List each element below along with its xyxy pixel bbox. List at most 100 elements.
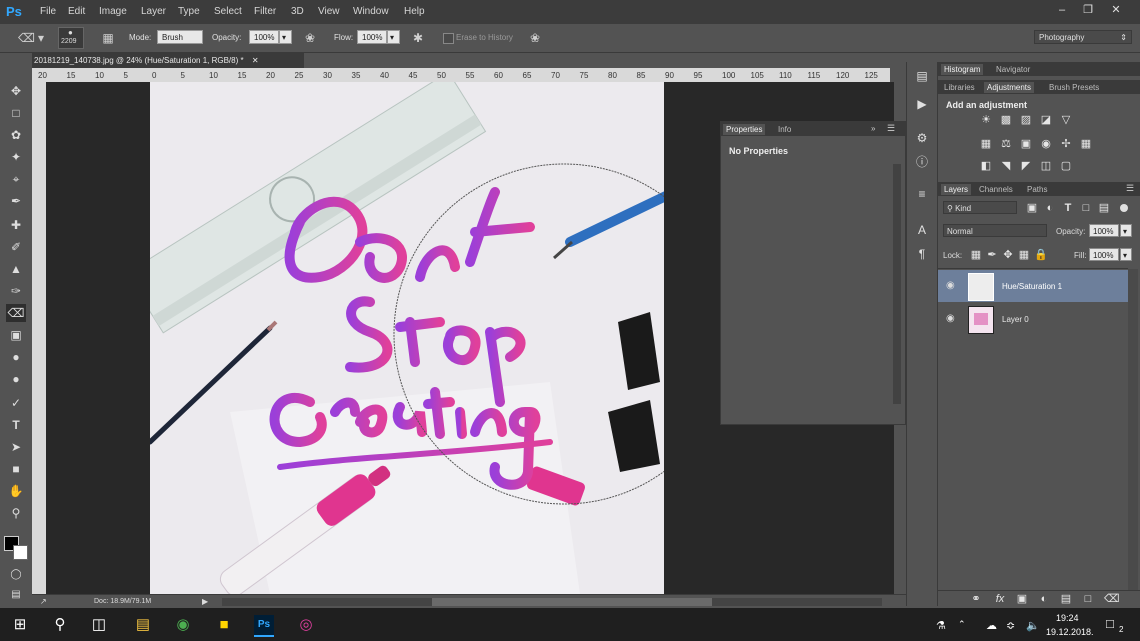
- dodge-tool-icon[interactable]: ●: [6, 370, 26, 388]
- posterize-icon[interactable]: ◥: [1000, 160, 1012, 172]
- filter-adjustment-icon[interactable]: ◐: [1044, 202, 1056, 214]
- mode-select[interactable]: Brush: [157, 30, 203, 44]
- rectangle-tool-icon[interactable]: ■: [6, 460, 26, 478]
- menu-filter[interactable]: Filter: [254, 5, 276, 19]
- properties-scrollbar[interactable]: [893, 164, 901, 404]
- windows-start-icon[interactable]: ⊞: [10, 615, 30, 635]
- hand-tool-icon[interactable]: ✋: [6, 482, 26, 500]
- status-share-icon[interactable]: ↗: [40, 597, 47, 606]
- black-white-icon[interactable]: ▣: [1020, 138, 1032, 150]
- filter-toggle-icon[interactable]: [1120, 204, 1128, 212]
- fill-input[interactable]: 100%: [1089, 248, 1119, 261]
- character-panel-icon[interactable]: A: [914, 222, 930, 238]
- flow-input[interactable]: 100%: [357, 30, 387, 44]
- filter-smart-icon[interactable]: ▤: [1098, 202, 1110, 214]
- layer-row-layer0[interactable]: ◉ Layer 0: [938, 303, 1128, 335]
- new-group-icon[interactable]: ▤: [1060, 593, 1072, 605]
- pressure-size-icon[interactable]: ❀: [527, 30, 543, 46]
- scrollbar-thumb[interactable]: [432, 598, 712, 606]
- background-color-swatch[interactable]: [13, 545, 28, 560]
- wifi-icon[interactable]: ≎: [1006, 619, 1015, 632]
- document-tab[interactable]: 20181219_140738.jpg @ 24% (Hue/Saturatio…: [32, 53, 304, 68]
- lock-position-icon[interactable]: ✥: [1002, 249, 1014, 261]
- chrome-icon[interactable]: ◉: [173, 615, 193, 635]
- eraser-tool-icon[interactable]: ⌫: [18, 30, 35, 46]
- menu-type[interactable]: Type: [178, 5, 200, 19]
- path-select-tool-icon[interactable]: ➤: [6, 438, 26, 456]
- status-menu-icon[interactable]: ▶: [202, 597, 208, 606]
- close-tab-icon[interactable]: ✕: [252, 56, 259, 65]
- visibility-eye-icon[interactable]: ◉: [946, 313, 955, 324]
- network-people-icon[interactable]: ⚗: [936, 619, 946, 632]
- link-layers-icon[interactable]: ⚭: [970, 593, 982, 605]
- vibrance-icon[interactable]: ▽: [1060, 114, 1072, 126]
- history-panel-icon[interactable]: ▤: [914, 68, 930, 84]
- app-circle-icon[interactable]: ◎: [296, 615, 316, 635]
- layer-row-hue-saturation[interactable]: ◉ Hue/Saturation 1: [938, 270, 1128, 302]
- tab-histogram[interactable]: Histogram: [941, 64, 984, 75]
- filter-type-icon[interactable]: T: [1062, 202, 1074, 214]
- minimize-icon[interactable]: –: [1050, 2, 1074, 18]
- zoom-tool-icon[interactable]: ⚲: [6, 504, 26, 522]
- quick-select-tool-icon[interactable]: ✦: [6, 148, 26, 166]
- layers-scrollbar[interactable]: [1128, 269, 1138, 591]
- info-panel-icon[interactable]: ⓘ: [914, 154, 930, 170]
- screen-mode-icon[interactable]: ▤: [6, 586, 26, 604]
- tab-libraries[interactable]: Libraries: [941, 82, 978, 93]
- actions-play-icon[interactable]: ▶: [914, 96, 930, 112]
- tab-navigator[interactable]: Navigator: [993, 64, 1033, 75]
- task-view-icon[interactable]: ◫: [89, 615, 109, 635]
- photo-filter-icon[interactable]: ◉: [1040, 138, 1052, 150]
- workspace-select[interactable]: Photography ⇕: [1034, 30, 1132, 44]
- menu-image[interactable]: Image: [99, 5, 127, 19]
- filter-shape-icon[interactable]: □: [1080, 202, 1092, 214]
- marquee-tool-icon[interactable]: □: [6, 104, 26, 122]
- panel-menu-icon[interactable]: ☰: [887, 123, 895, 134]
- color-lookup-icon[interactable]: ▦: [1080, 138, 1092, 150]
- chevron-down-icon[interactable]: ▾: [1120, 224, 1132, 237]
- new-layer-icon[interactable]: □: [1082, 593, 1094, 605]
- lock-transparency-icon[interactable]: ▦: [970, 249, 982, 261]
- gradient-tool-icon[interactable]: ▣: [6, 326, 26, 344]
- artwork-image[interactable]: [150, 82, 664, 594]
- exposure-icon[interactable]: ◪: [1040, 114, 1052, 126]
- brightness-icon[interactable]: ☀: [980, 114, 992, 126]
- flow-dropdown[interactable]: ▾: [387, 30, 400, 44]
- quick-mask-icon[interactable]: ◯: [6, 566, 26, 584]
- search-icon[interactable]: ⚲: [50, 615, 70, 635]
- menu-view[interactable]: View: [318, 5, 340, 19]
- close-icon[interactable]: ✕: [1104, 2, 1128, 18]
- levels-icon[interactable]: ▩: [1000, 114, 1012, 126]
- brush-tool-icon[interactable]: ✐: [6, 238, 26, 256]
- crop-tool-icon[interactable]: ⌖: [6, 170, 26, 188]
- menu-file[interactable]: File: [40, 5, 56, 19]
- opacity-dropdown[interactable]: ▾: [279, 30, 292, 44]
- opacity-input[interactable]: 100%: [249, 30, 279, 44]
- lock-all-icon[interactable]: 🔒: [1034, 249, 1048, 261]
- photoshop-taskbar-icon[interactable]: Ps: [254, 615, 274, 637]
- libraries-panel-icon[interactable]: ≡: [914, 186, 930, 202]
- color-balance-icon[interactable]: ⚖: [1000, 138, 1012, 150]
- paragraph-panel-icon[interactable]: ¶: [914, 246, 930, 262]
- chevron-down-icon[interactable]: ▾: [1120, 248, 1132, 261]
- history-brush-tool-icon[interactable]: ✑: [6, 282, 26, 300]
- file-explorer-icon[interactable]: ▤: [133, 615, 153, 635]
- pressure-opacity-icon[interactable]: ❀: [302, 30, 318, 46]
- gradient-map-icon[interactable]: ▢: [1060, 160, 1072, 172]
- volume-icon[interactable]: 🔈: [1026, 619, 1040, 632]
- blend-mode-select[interactable]: Normal: [943, 224, 1047, 237]
- panel-menu-icon[interactable]: ☰: [1126, 183, 1134, 194]
- visibility-eye-icon[interactable]: ◉: [946, 280, 955, 291]
- chevron-down-icon[interactable]: ▾: [36, 30, 46, 46]
- type-tool-icon[interactable]: T: [6, 416, 26, 434]
- layer-mask-thumbnail[interactable]: [968, 273, 994, 301]
- menu-edit[interactable]: Edit: [68, 5, 85, 19]
- eraser-tool-icon[interactable]: ⌫: [6, 304, 26, 322]
- sticky-notes-icon[interactable]: ■: [214, 615, 234, 635]
- tab-info[interactable]: Info: [775, 124, 794, 135]
- airbrush-icon[interactable]: ✱: [410, 30, 426, 46]
- tab-adjustments[interactable]: Adjustments: [984, 82, 1035, 93]
- blur-tool-icon[interactable]: ●: [6, 348, 26, 366]
- clock-date[interactable]: 19.12.2018.: [1046, 627, 1094, 637]
- erase-history-checkbox[interactable]: [443, 33, 454, 44]
